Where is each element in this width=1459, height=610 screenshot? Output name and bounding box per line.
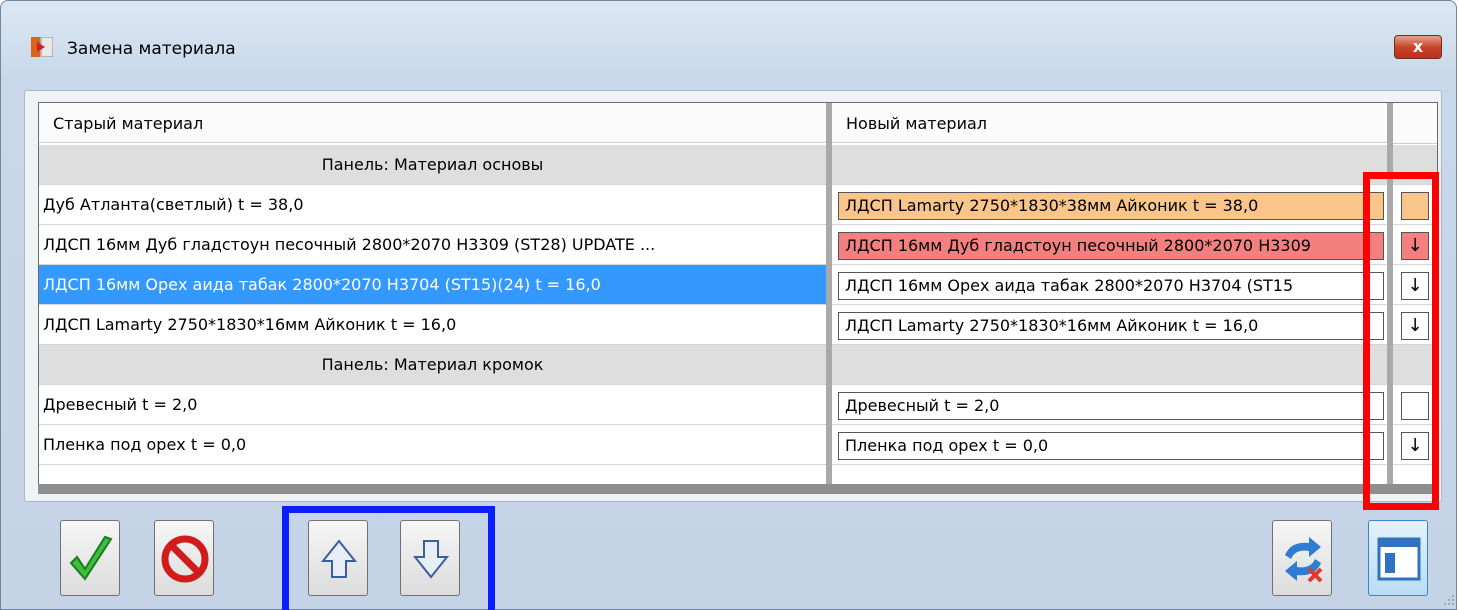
window-title: Замена материала <box>67 39 236 59</box>
old-material-cell[interactable]: ЛДСП 16мм Дуб гладстоун песочный 2800*20… <box>39 225 826 265</box>
header-old-material[interactable]: Старый материал <box>39 103 826 143</box>
group-label: Панель: Материал кромок <box>39 345 826 385</box>
window-layout-icon <box>1377 537 1421 581</box>
close-icon: x <box>1412 37 1424 56</box>
materials-grid: Старый материал Новый материал Панель: М… <box>38 102 1438 494</box>
group-row: Панель: Материал кромок <box>39 345 1437 385</box>
new-material-select[interactable]: ЛДСП Lamarty 2750*1830*16мм Айконик t = … <box>838 312 1384 340</box>
close-button[interactable]: x <box>1394 35 1442 59</box>
resize-grip-icon[interactable] <box>1443 594 1455 606</box>
move-buttons-highlight <box>282 506 495 610</box>
header-arrow-column <box>1393 103 1437 144</box>
header-new-material[interactable]: Новый материал <box>832 103 1387 143</box>
swap-arrows-icon <box>1285 537 1323 583</box>
layout-toggle-button[interactable] <box>1368 520 1428 596</box>
checkmark-icon <box>69 535 113 581</box>
table-row[interactable]: Пленка под орех t = 0,0 Пленка под орех t… <box>39 425 1437 465</box>
old-material-cell[interactable]: ЛДСП 16мм Орех аида табак 2800*2070 H370… <box>39 265 826 305</box>
old-material-cell[interactable]: Пленка под орех t = 0,0 <box>39 425 826 465</box>
app-icon <box>31 37 53 57</box>
new-material-cell <box>832 145 1387 185</box>
new-material-select[interactable]: Древесный t = 2,0 <box>838 392 1384 420</box>
table-row[interactable]: ЛДСП 16мм Орех аида табак 2800*2070 H370… <box>39 265 1437 305</box>
new-material-select[interactable]: ЛДСП Lamarty 2750*1830*38мм Айконик t = … <box>838 192 1384 220</box>
old-material-cell[interactable]: Дуб Атланта(светлый) t = 38,0 <box>39 185 826 225</box>
old-material-cell[interactable]: Древесный t = 2,0 <box>39 385 826 425</box>
grid-bottom-bar <box>38 484 1438 494</box>
group-label: Панель: Материал основы <box>39 145 826 185</box>
group-row: Панель: Материал основы <box>39 145 1437 185</box>
cancel-button[interactable] <box>154 520 214 596</box>
table-row[interactable]: ЛДСП 16мм Дуб гладстоун песочный 2800*20… <box>39 225 1437 265</box>
arrow-column-highlight <box>1363 172 1439 510</box>
title-bar: Замена материала x <box>1 1 1456 61</box>
new-material-cell <box>832 345 1387 385</box>
prohibit-icon <box>161 535 209 583</box>
table-row[interactable]: ЛДСП Lamarty 2750*1830*16мм Айконик t = … <box>39 305 1437 345</box>
new-material-select[interactable]: ЛДСП 16мм Дуб гладстоун песочный 2800*20… <box>838 232 1384 260</box>
new-material-select[interactable]: ЛДСП 16мм Орех аида табак 2800*2070 H370… <box>838 272 1384 300</box>
swap-materials-button[interactable] <box>1272 520 1332 596</box>
column-separator[interactable] <box>826 103 832 493</box>
new-material-select[interactable]: Пленка под орех t = 0,0 <box>838 432 1384 460</box>
ok-button[interactable] <box>60 520 120 596</box>
old-material-cell[interactable]: ЛДСП Lamarty 2750*1830*16мм Айконик t = … <box>39 305 826 345</box>
table-row[interactable]: Дуб Атланта(светлый) t = 38,0 ЛДСП Lamart… <box>39 185 1437 225</box>
table-row[interactable]: Древесный t = 2,0 Древесный t = 2,0 <box>39 385 1437 425</box>
